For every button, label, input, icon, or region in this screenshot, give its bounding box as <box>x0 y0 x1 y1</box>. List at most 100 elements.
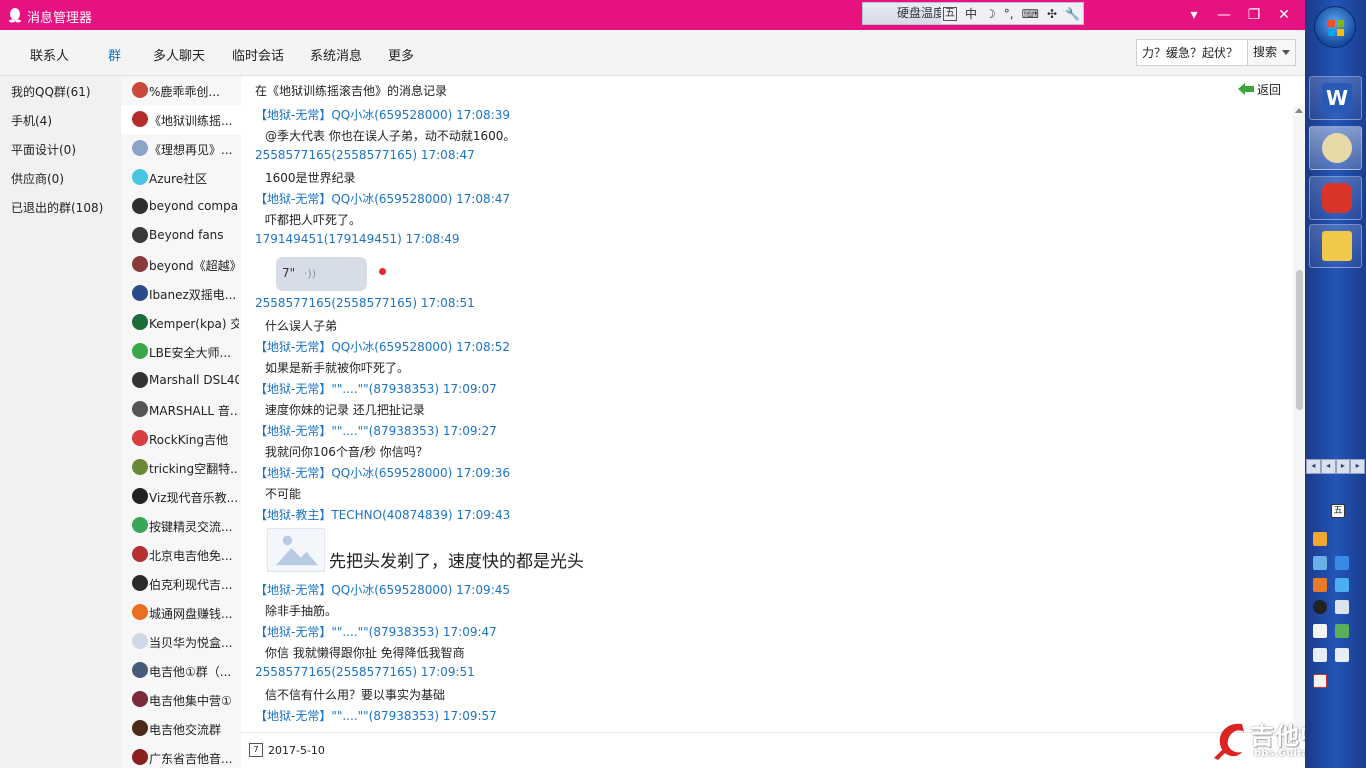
tab-temp-session[interactable]: 临时会话 <box>232 45 284 64</box>
tab-groups[interactable]: 群 <box>108 45 121 64</box>
category-graphic-design[interactable]: 平面设计(0) <box>11 141 76 158</box>
chevron-down-icon[interactable] <box>1282 50 1290 55</box>
tab-more[interactable]: 更多 <box>388 45 414 64</box>
calendar-icon[interactable]: 7 <box>249 743 263 757</box>
tab-system-messages[interactable]: 系统消息 <box>310 45 362 64</box>
tab-multi-chat[interactable]: 多人聊天 <box>153 45 205 64</box>
message-sender[interactable]: 2558577165(2558577165) 17:08:47 <box>255 148 475 162</box>
ime-wubi-icon[interactable]: 五 <box>943 6 957 21</box>
message-sender[interactable]: 【地狱-无常】QQ小冰(659528000) 17:09:36 <box>255 464 510 481</box>
group-item[interactable]: 《地狱训练摇... <box>121 105 241 134</box>
tray-scroll-right[interactable]: ▸ <box>1335 459 1351 474</box>
group-item[interactable]: Ibanez双摇电... <box>121 279 241 308</box>
guitar-logo-icon <box>1214 723 1244 760</box>
group-item[interactable]: 按键精灵交流... <box>121 511 241 540</box>
tray-scroll-left-2[interactable]: ◂ <box>1320 459 1336 474</box>
taskbar-red-app[interactable] <box>1309 176 1362 220</box>
word-icon: W <box>1322 83 1352 113</box>
group-item[interactable]: Kemper(kpa) 交流 <box>121 308 241 337</box>
ime-punct-icon[interactable]: °, <box>1004 7 1014 21</box>
tray-volume-icon[interactable] <box>1313 648 1327 662</box>
group-item[interactable]: %鹿乖乖创... <box>121 76 241 105</box>
message-sender[interactable]: 【地狱-无常】QQ小冰(659528000) 17:08:47 <box>255 190 510 207</box>
message-sender[interactable]: 【地狱-无常】""....""(87938353) 17:09:57 <box>255 707 497 724</box>
tray-ime-icon[interactable]: 五 <box>1331 504 1345 518</box>
group-item[interactable]: Azure社区 <box>121 163 241 192</box>
ime-keyboard-icon[interactable]: ⌨ <box>1022 7 1039 21</box>
tray-network-icon[interactable] <box>1335 648 1349 662</box>
group-item[interactable]: 伯克利现代吉... <box>121 569 241 598</box>
group-item[interactable]: Viz现代音乐教... <box>121 482 241 511</box>
ime-moon-icon[interactable]: ☽ <box>985 7 996 21</box>
group-item[interactable]: 电吉他①群（... <box>121 656 241 685</box>
window-title: 消息管理器 <box>27 11 93 26</box>
message-sender[interactable]: 【地狱-无常】""....""(87938353) 17:09:47 <box>255 623 497 640</box>
message-sender[interactable]: 【地狱-无常】""....""(87938353) 17:09:07 <box>255 380 497 397</box>
restore-button[interactable]: ❐ <box>1239 7 1269 23</box>
message-sender[interactable]: 2558577165(2558577165) 17:08:51 <box>255 296 475 310</box>
group-item[interactable]: beyond《超越》 <box>121 250 241 279</box>
tray-doc-icon[interactable] <box>1335 600 1349 614</box>
group-item[interactable]: Marshall DSL40C <box>121 366 241 395</box>
scroll-thumb[interactable] <box>1296 270 1303 410</box>
group-name: 《理想再见》... <box>149 143 233 157</box>
group-item[interactable]: 当贝华为悦盒... <box>121 627 241 656</box>
category-suppliers[interactable]: 供应商(0) <box>11 170 64 187</box>
ime-chinese-toggle[interactable]: 中 <box>965 5 977 22</box>
ime-toolbar[interactable]: 硬盘温度 五 中 ☽ °, ⌨ ✣ 🔧 <box>862 2 1084 25</box>
group-item[interactable]: RockKing吉他 <box>121 424 241 453</box>
category-mobile[interactable]: 手机(4) <box>11 112 52 129</box>
message-sender[interactable]: 2558577165(2558577165) 17:09:51 <box>255 665 475 679</box>
message-sender[interactable]: 【地狱-无常】QQ小冰(659528000) 17:09:45 <box>255 581 510 598</box>
group-item[interactable]: MARSHALL 音... <box>121 395 241 424</box>
group-item[interactable]: tricking空翻特... <box>121 453 241 482</box>
group-name: beyond《超越》 <box>149 259 239 273</box>
taskbar-word[interactable]: W <box>1309 76 1362 120</box>
tray-security-icon[interactable] <box>1335 624 1349 638</box>
tray-app-icon-1[interactable] <box>1313 532 1327 546</box>
search-input[interactable] <box>1137 40 1247 65</box>
tray-flag-icon[interactable] <box>1313 674 1327 688</box>
tray-scroll-right-2[interactable]: ▸ <box>1350 459 1365 474</box>
tray-app-icon-4[interactable] <box>1313 578 1327 592</box>
image-placeholder-icon[interactable] <box>267 528 325 572</box>
voice-message[interactable]: 7" ·)) <box>276 257 367 291</box>
message-sender[interactable]: 【地狱-无常】QQ小冰(659528000) 17:08:52 <box>255 338 510 355</box>
tab-contacts[interactable]: 联系人 <box>30 45 69 64</box>
tray-app-icon-3[interactable] <box>1335 556 1349 570</box>
scroll-up-icon[interactable] <box>1295 108 1303 113</box>
group-item[interactable]: 电吉他交流群 <box>121 714 241 743</box>
message-sender[interactable]: 179149451(179149451) 17:08:49 <box>255 232 460 246</box>
tray-qq-icon[interactable] <box>1313 600 1327 614</box>
group-item[interactable]: 城通网盘赚钱... <box>121 598 241 627</box>
tray-clipboard-icon[interactable] <box>1313 624 1327 638</box>
message-sender[interactable]: 【地狱-无常】""....""(87938353) 17:09:27 <box>255 422 497 439</box>
category-my-groups[interactable]: 我的QQ群(61) <box>11 83 91 100</box>
category-exited-groups[interactable]: 已退出的群(108) <box>11 199 103 216</box>
back-button[interactable]: 返回 <box>1237 81 1281 98</box>
group-item[interactable]: Beyond fans <box>121 221 241 250</box>
start-button[interactable] <box>1314 6 1356 48</box>
taskbar-qq[interactable] <box>1309 126 1362 170</box>
group-item[interactable]: 电吉他集中营① <box>121 685 241 714</box>
minimize-button[interactable]: — <box>1209 7 1239 23</box>
group-item[interactable]: LBE安全大师... <box>121 337 241 366</box>
group-item[interactable]: 北京电吉他免... <box>121 540 241 569</box>
group-avatar <box>132 343 148 359</box>
tray-app-icon-2[interactable] <box>1313 556 1327 570</box>
message-sender[interactable]: 【地狱-无常】QQ小冰(659528000) 17:08:39 <box>255 106 510 123</box>
close-button[interactable]: ✕ <box>1269 7 1299 23</box>
ime-settings-icon[interactable]: ✣ <box>1047 7 1057 21</box>
search-button[interactable]: 搜索 <box>1247 40 1295 65</box>
group-item[interactable]: 《理想再见》... <box>121 134 241 163</box>
message-sender[interactable]: 【地狱-教主】TECHNO(40874839) 17:09:43 <box>255 506 510 523</box>
ime-wrench-icon[interactable]: 🔧 <box>1065 7 1080 21</box>
tray-scroll-left[interactable]: ◂ <box>1306 459 1321 474</box>
tray-bluetooth-icon[interactable] <box>1335 578 1349 592</box>
taskbar-explorer[interactable] <box>1309 224 1362 268</box>
scrollbar[interactable] <box>1293 106 1305 732</box>
menu-dropdown-icon[interactable]: ▾ <box>1179 7 1209 23</box>
message-text: 吓都把人吓死了。 <box>265 213 362 227</box>
group-item[interactable]: 广东省吉他音... <box>121 743 241 768</box>
group-item[interactable]: beyond compare <box>121 192 241 221</box>
